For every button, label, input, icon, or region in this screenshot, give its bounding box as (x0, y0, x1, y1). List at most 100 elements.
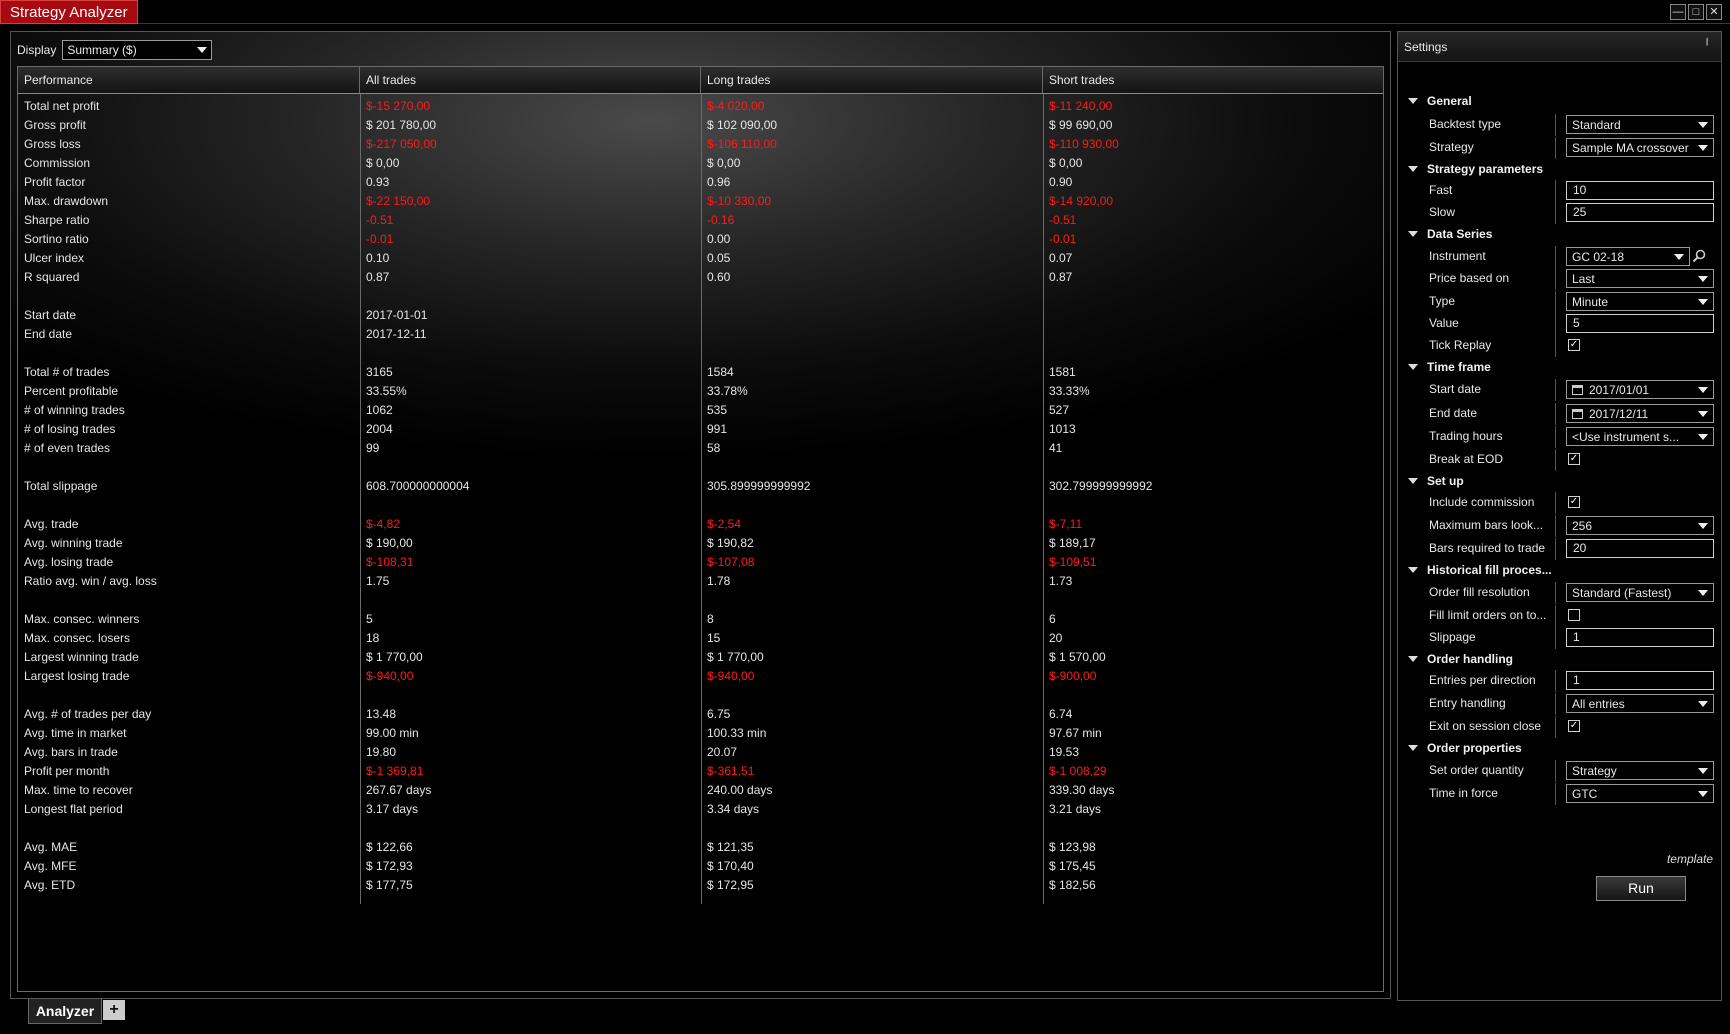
setting-select-type[interactable]: Minute (1566, 292, 1714, 311)
metric-value (701, 325, 1043, 344)
metric-value: $-109,51 (1049, 555, 1097, 569)
setting-input-slippage[interactable]: 1 (1566, 628, 1714, 647)
category-order-handling[interactable]: Order handling (1408, 652, 1513, 666)
metric-value: $ 170,40 (707, 859, 754, 873)
setting-select-end-date[interactable]: 2017/12/11 (1566, 404, 1714, 423)
chevron-down-icon (1698, 700, 1708, 707)
setting-select-backtest-type[interactable]: Standard (1566, 115, 1714, 134)
metric-value: 3.21 days (1049, 802, 1102, 816)
setting-select-maximum-bars-look[interactable]: 256 (1566, 516, 1714, 535)
metric-value (701, 686, 1043, 705)
setting-divider (1555, 627, 1556, 649)
tab-analyzer[interactable]: Analyzer (28, 999, 102, 1024)
setting-select-trading-hours[interactable]: <Use instrument s... (1566, 427, 1714, 446)
setting-select-price-based-on[interactable]: Last (1566, 269, 1714, 288)
table-row: Max. drawdown $-22 150,00 $-10 330,00 $-14 … (18, 192, 1383, 211)
table-row (18, 458, 1383, 477)
metric-value: 608.700000000004 (366, 479, 470, 493)
header-performance[interactable]: Performance (18, 67, 360, 93)
metric-value (1043, 819, 1383, 838)
metric-value: 99.00 min (366, 726, 419, 740)
metric-value: 3.34 days (707, 802, 760, 816)
chevron-down-icon (1698, 121, 1708, 128)
setting-checkbox-tick-replay[interactable]: ✓ (1568, 339, 1580, 351)
category-label: Historical fill proces... (1427, 563, 1552, 577)
setting-select-order-fill-resolution[interactable]: Standard (Fastest) (1566, 583, 1714, 602)
category-strategy-parameters[interactable]: Strategy parameters (1408, 162, 1543, 176)
metric-value (360, 591, 701, 610)
metric-value: $-1 369,81 (366, 764, 424, 778)
metric-label: Avg. ETD (24, 878, 76, 892)
analyzer-panel: Display Summary ($) Performance All trad… (10, 31, 1391, 999)
category-order-properties[interactable]: Order properties (1408, 741, 1522, 755)
setting-checkbox-break-at-eod[interactable]: ✓ (1568, 453, 1580, 465)
setting-input-fast[interactable]: 10 (1566, 181, 1714, 200)
minimize-icon[interactable]: — (1670, 4, 1686, 20)
metric-label: Max. time to recover (24, 783, 133, 797)
setting-label-include-commission: Include commission (1429, 495, 1535, 509)
metric-value: $ 190,00 (366, 536, 413, 550)
metric-value: 99 (366, 441, 380, 455)
date-value: 2017/01/01 (1589, 382, 1650, 397)
setting-checkbox-include-commission[interactable]: ✓ (1568, 496, 1580, 508)
category-label: Set up (1427, 474, 1464, 488)
category-data-series[interactable]: Data Series (1408, 227, 1492, 241)
metric-label: Avg. MAE (24, 840, 78, 854)
add-tab-button[interactable]: + (103, 1000, 125, 1020)
metric-value: -0.51 (1049, 213, 1077, 227)
chevron-down-icon (1698, 589, 1708, 596)
table-row: Ulcer index 0.10 0.05 0.07 (18, 249, 1383, 268)
metric-value (360, 458, 701, 477)
setting-input-entries-per-direction[interactable]: 1 (1566, 671, 1714, 690)
setting-divider (1555, 760, 1556, 782)
category-time-frame[interactable]: Time frame (1408, 360, 1491, 374)
setting-input-slow[interactable]: 25 (1566, 203, 1714, 222)
header-short-trades[interactable]: Short trades (1043, 67, 1383, 93)
setting-label-maximum-bars-look: Maximum bars look... (1429, 518, 1544, 532)
pin-icon[interactable]: ╵ (1703, 38, 1711, 54)
setting-select-time-in-force[interactable]: GTC (1566, 784, 1714, 803)
chevron-down-icon (1698, 410, 1708, 417)
metric-value: 991 (707, 422, 728, 436)
grid-body: Total net profit $-15 270,00 $-4 020,00 $-1… (18, 97, 1383, 895)
setting-input-value[interactable]: 5 (1566, 314, 1714, 333)
setting-select-start-date[interactable]: 2017/01/01 (1566, 380, 1714, 399)
table-row (18, 819, 1383, 838)
chevron-down-icon (197, 47, 208, 53)
table-row (18, 496, 1383, 515)
category-general[interactable]: General (1408, 94, 1472, 108)
category-set-up[interactable]: Set up (1408, 474, 1464, 488)
setting-checkbox-exit-on-session-close[interactable]: ✓ (1568, 720, 1580, 732)
setting-select-set-order-quantity[interactable]: Strategy (1566, 761, 1714, 780)
setting-checkbox-fill-limit-orders-on-to[interactable] (1568, 609, 1580, 621)
metric-value: $ 121,35 (707, 840, 754, 854)
metric-value: $-110 930,00 (1049, 137, 1119, 151)
search-icon[interactable] (1692, 249, 1706, 263)
setting-divider (1555, 693, 1556, 715)
metric-value: $ 177,75 (366, 878, 413, 892)
metric-label (18, 287, 360, 306)
setting-select-entry-handling[interactable]: All entries (1566, 694, 1714, 713)
setting-select-strategy[interactable]: Sample MA crossover (1566, 138, 1714, 157)
setting-input-bars-required-to-trade[interactable]: 20 (1566, 539, 1714, 558)
table-row: Commission $ 0,00 $ 0,00 $ 0,00 (18, 154, 1383, 173)
maximize-icon[interactable]: □ (1688, 4, 1704, 20)
table-row: Gross loss $-217 050,00 $-106 110,00 $-110 … (18, 135, 1383, 154)
setting-label-entries-per-direction: Entries per direction (1429, 673, 1536, 687)
template-link[interactable]: template (1667, 852, 1713, 866)
metric-value (360, 287, 701, 306)
table-row: Max. consec. losers 18 15 20 (18, 629, 1383, 648)
setting-select-instrument[interactable]: GC 02-18 (1566, 247, 1690, 266)
display-select[interactable]: Summary ($) (62, 40, 213, 60)
category-historical-fill-proces[interactable]: Historical fill proces... (1408, 563, 1552, 577)
header-long-trades[interactable]: Long trades (701, 67, 1043, 93)
metric-label: Percent profitable (24, 384, 119, 398)
chevron-down-icon (1698, 298, 1708, 305)
run-button[interactable]: Run (1596, 876, 1686, 901)
close-icon[interactable]: ✕ (1706, 4, 1722, 20)
metric-value (1043, 496, 1383, 515)
calendar-icon (1572, 385, 1583, 396)
expand-triangle-icon (1408, 656, 1418, 662)
header-all-trades[interactable]: All trades (360, 67, 701, 93)
metric-value: 0.07 (1049, 251, 1073, 265)
